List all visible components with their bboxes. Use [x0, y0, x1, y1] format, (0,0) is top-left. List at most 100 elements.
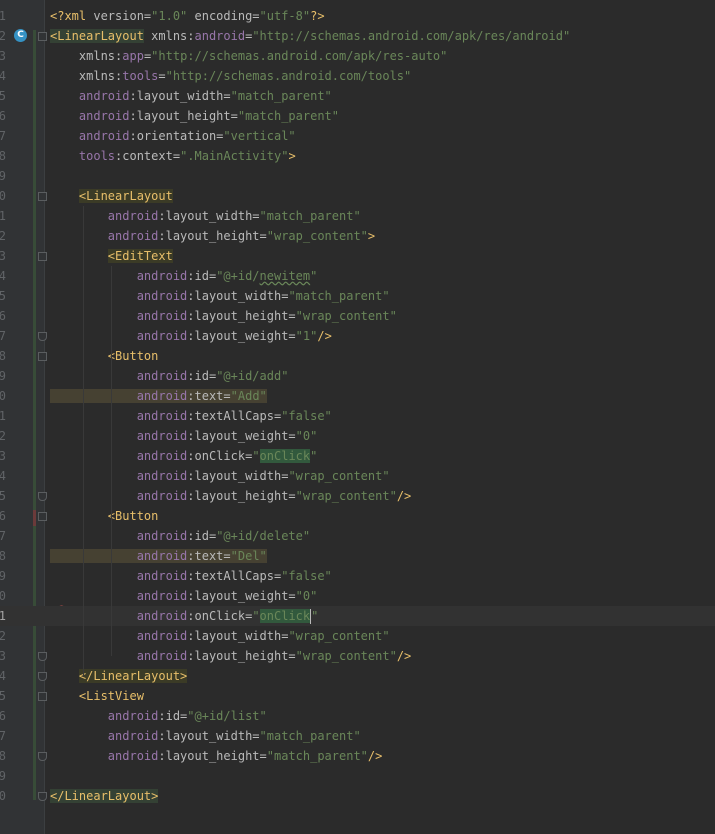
code-text[interactable]: android:layout_height="wrap_content"/> — [50, 486, 412, 506]
code-text[interactable]: android:id="@+id/newitem" — [50, 266, 318, 286]
code-line[interactable]: 2 android:layout_height="wrap_content"> — [0, 226, 715, 246]
code-line[interactable]: 3 <EditText — [0, 246, 715, 266]
code-editor[interactable]: C 1 <?xml version="1.0" encoding="utf-8"?… — [0, 0, 715, 834]
code-line[interactable]: 1 android:layout_width="match_parent" — [0, 206, 715, 226]
code-line[interactable]: 9 android:id="@+id/add" — [0, 366, 715, 386]
code-token: :layout_weight= — [187, 589, 296, 603]
code-text[interactable]: </LinearLayout> — [50, 786, 159, 806]
code-line[interactable]: 5 android:layout_width="match_parent" — [0, 286, 715, 306]
code-text[interactable]: android:id="@+id/add" — [50, 366, 289, 386]
line-number: 6 — [0, 709, 6, 723]
code-line[interactable]: 7 android:orientation="vertical" — [0, 126, 715, 146]
fold-toggle-icon[interactable] — [38, 352, 47, 361]
code-text[interactable]: android:layout_width="match_parent" — [50, 286, 390, 306]
code-line[interactable]: 5 android:layout_width="match_parent" — [0, 86, 715, 106]
code-line[interactable]: 6 android:layout_height="match_parent" — [0, 106, 715, 126]
code-token: :text= — [187, 549, 231, 563]
code-text[interactable]: android:layout_height="wrap_content"/> — [50, 646, 412, 666]
fold-toggle-icon[interactable] — [38, 692, 47, 701]
code-line[interactable]: 8 android:layout_height="match_parent"/> — [0, 746, 715, 766]
code-text[interactable]: android:textAllCaps="false" — [50, 406, 332, 426]
code-text[interactable]: android:layout_weight="1"/> — [50, 326, 332, 346]
fold-toggle-icon[interactable] — [38, 192, 47, 201]
code-line[interactable]: 9 — [0, 766, 715, 786]
code-line[interactable]: 7 android:layout_weight="1"/> — [0, 326, 715, 346]
code-token: android — [194, 29, 246, 43]
code-text[interactable]: xmlns:tools="http://schemas.android.com/… — [50, 66, 411, 86]
code-line[interactable]: 7 android:layout_width="match_parent" — [0, 726, 715, 746]
code-text[interactable]: android:onClick="onClick" — [50, 446, 317, 466]
code-line[interactable]: 0 </LinearLayout> — [0, 786, 715, 806]
code-text[interactable]: android:textAllCaps="false" — [50, 566, 332, 586]
fold-toggle-icon[interactable] — [38, 332, 47, 341]
line-number: 5 — [0, 489, 6, 503]
code-text[interactable]: android:layout_height="match_parent" — [50, 106, 339, 126]
code-line[interactable]: 4 android:layout_width="wrap_content" — [0, 466, 715, 486]
code-text[interactable]: <Button — [50, 346, 159, 366]
code-text[interactable]: android:layout_width="match_parent" — [50, 726, 361, 746]
code-text[interactable]: <Button — [50, 506, 159, 526]
code-line[interactable]: 3 android:onClick="onClick" — [0, 446, 715, 466]
code-text[interactable]: android:layout_weight="0" — [50, 426, 318, 446]
code-line[interactable]: 3 xmlns:app="http://schemas.android.com/… — [0, 46, 715, 66]
code-line[interactable]: 6 android:id="@+id/list" — [0, 706, 715, 726]
code-text[interactable]: <ListView — [50, 686, 144, 706]
code-line[interactable]: 8 <Button — [0, 346, 715, 366]
code-line[interactable]: 9 android:textAllCaps="false" — [0, 566, 715, 586]
code-line[interactable]: 3 android:layout_height="wrap_content"/> — [0, 646, 715, 666]
fold-toggle-icon[interactable] — [38, 252, 47, 261]
code-text[interactable]: android:orientation="vertical" — [50, 126, 296, 146]
code-text[interactable]: android:layout_weight="0" — [50, 586, 318, 606]
fold-toggle-icon[interactable] — [38, 512, 47, 521]
code-text[interactable]: <LinearLayout — [50, 186, 173, 206]
code-line[interactable]: 1 <?xml version="1.0" encoding="utf-8"?> — [0, 6, 715, 26]
fold-toggle-icon[interactable] — [38, 32, 47, 41]
line-number: 8 — [0, 149, 6, 163]
code-line[interactable]: 6 android:layout_height="wrap_content" — [0, 306, 715, 326]
code-text[interactable]: </LinearLayout> — [50, 666, 188, 686]
code-text[interactable]: android:layout_width="match_parent" — [50, 206, 361, 226]
code-text[interactable]: android:layout_width="wrap_content" — [50, 466, 390, 486]
code-text[interactable]: android:id="@+id/list" — [50, 706, 267, 726]
fold-toggle-icon[interactable] — [38, 672, 47, 681]
code-text[interactable]: xmlns:app="http://schemas.android.com/ap… — [50, 46, 448, 66]
code-text[interactable]: android:id="@+id/delete" — [50, 526, 310, 546]
code-text[interactable]: android:layout_height="match_parent"/> — [50, 746, 383, 766]
code-token: "match_parent" — [237, 109, 340, 123]
code-text[interactable]: tools:context=".MainActivity"> — [50, 146, 296, 166]
code-line[interactable]: 4 xmlns:tools="http://schemas.android.co… — [0, 66, 715, 86]
code-text[interactable]: android:layout_width="wrap_content" — [50, 626, 390, 646]
fold-toggle-icon[interactable] — [38, 792, 47, 801]
fold-toggle-icon[interactable] — [38, 492, 47, 501]
code-line[interactable]: 6 <Button — [0, 506, 715, 526]
code-text[interactable]: <?xml version="1.0" encoding="utf-8"?> — [50, 6, 325, 26]
code-line[interactable]: 0 android:text="Add" — [0, 386, 715, 406]
fold-toggle-icon[interactable] — [38, 752, 47, 761]
code-line[interactable]: 7 android:id="@+id/delete" — [0, 526, 715, 546]
fold-toggle-icon[interactable] — [38, 652, 47, 661]
line-number: 9 — [0, 569, 6, 583]
code-text[interactable]: <EditText — [50, 246, 173, 266]
code-line[interactable]: 1 android:onClick="onClick" — [0, 606, 715, 626]
code-line[interactable]: 0 android:layout_weight="0" — [0, 586, 715, 606]
code-token: android — [50, 729, 159, 743]
code-line[interactable]: 2 <LinearLayout xmlns:android="http://sch… — [0, 26, 715, 46]
code-line[interactable]: 8 tools:context=".MainActivity"> — [0, 146, 715, 166]
code-line[interactable]: 4 android:id="@+id/newitem" — [0, 266, 715, 286]
code-line[interactable]: 5 <ListView — [0, 686, 715, 706]
code-line[interactable]: 9 — [0, 166, 715, 186]
code-text[interactable]: android:layout_height="wrap_content"> — [50, 226, 375, 246]
code-line[interactable]: 1 android:textAllCaps="false" — [0, 406, 715, 426]
code-text[interactable]: android:layout_height="wrap_content" — [50, 306, 397, 326]
code-text[interactable]: <LinearLayout xmlns:android="http://sche… — [50, 26, 570, 46]
code-token: "0" — [295, 429, 318, 443]
code-line[interactable]: 2 android:layout_weight="0" — [0, 426, 715, 446]
code-line[interactable]: 0 <LinearLayout — [0, 186, 715, 206]
code-text[interactable]: android:layout_width="match_parent" — [50, 86, 332, 106]
code-line[interactable]: 5 android:layout_height="wrap_content"/> — [0, 486, 715, 506]
code-line[interactable]: 4 </LinearLayout> — [0, 666, 715, 686]
code-line[interactable]: 2 android:layout_width="wrap_content" — [0, 626, 715, 646]
code-token: :layout_weight= — [187, 329, 296, 343]
code-text[interactable]: android:onClick="onClick" — [50, 606, 318, 626]
code-line[interactable]: 8 android:text="Del" — [0, 546, 715, 566]
